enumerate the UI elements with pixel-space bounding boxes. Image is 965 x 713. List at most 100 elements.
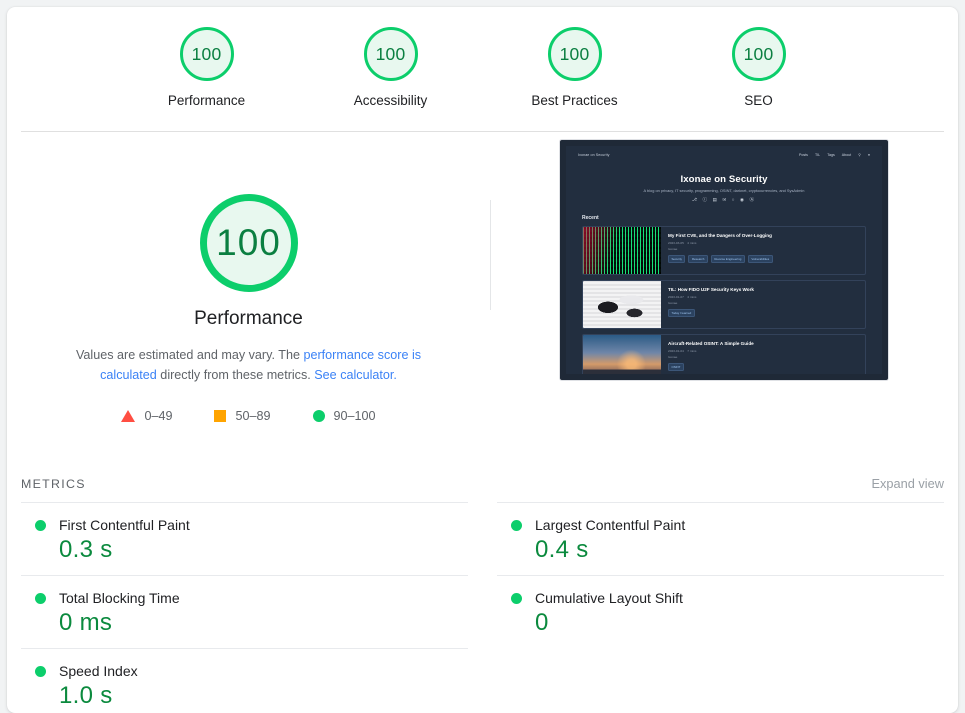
- thumbnail-hero: Ixonae on Security A blog on privacy, IT…: [566, 174, 882, 203]
- thumbnail-page-content: Ixonae on Security Posts TIL Tags About …: [566, 146, 882, 374]
- performance-large-gauge-icon: 100: [200, 194, 298, 292]
- gauge-seo-icon: 100: [732, 27, 786, 81]
- thumbnail-tag: Vulnerabilities: [748, 255, 773, 263]
- matrix-code-image: [583, 227, 661, 274]
- legend-item-fail: 0–49: [121, 409, 172, 423]
- thumbnail-nav-about: About: [842, 153, 851, 157]
- thumbnail-brand: Ixonae on Security: [578, 153, 610, 157]
- legend-label-pass: 90–100: [334, 409, 376, 423]
- metric-header: Cumulative Layout Shift: [511, 590, 944, 606]
- thumbnail-nav-posts: Posts: [799, 153, 808, 157]
- thumbnail-post-date: 2023-03-05: [668, 241, 684, 245]
- gauge-seo-label: SEO: [744, 93, 773, 108]
- metric-header: Largest Contentful Paint: [511, 517, 944, 533]
- gauge-best-practices-label: Best Practices: [531, 93, 617, 108]
- thumbnail-tag: Security: [668, 255, 685, 263]
- thumbnail-post-title: TIL: How FIDO U2F Security Keys Work: [668, 287, 865, 292]
- metric-first-contentful-paint[interactable]: First Contentful Paint 0.3 s: [21, 502, 468, 575]
- metric-value: 0.3 s: [59, 536, 468, 564]
- performance-description-text-1: Values are estimated and may vary. The: [76, 348, 304, 362]
- metric-header: First Contentful Paint: [35, 517, 468, 533]
- thumbnail-tag: Today I learned: [668, 309, 695, 317]
- score-gauge-best-practices[interactable]: 100 Best Practices: [515, 27, 635, 108]
- thumbnail-post-item: My First CVE, and the Dangers of Over-Lo…: [582, 226, 866, 275]
- metric-largest-contentful-paint[interactable]: Largest Contentful Paint 0.4 s: [497, 502, 944, 575]
- performance-heading: Performance: [194, 308, 303, 330]
- thumbnail-post-tags: Today I learned: [668, 309, 865, 317]
- metric-value: 0 ms: [59, 609, 468, 637]
- metric-header: Total Blocking Time: [35, 590, 468, 606]
- metric-cumulative-layout-shift[interactable]: Cumulative Layout Shift 0: [497, 575, 944, 648]
- thumbnail-post-tags: Security Research Reverse Engineering Vu…: [668, 255, 865, 263]
- thumbnail-nav-tags: Tags: [827, 153, 835, 157]
- score-gauge-performance[interactable]: 100 Performance: [147, 27, 267, 108]
- performance-large-gauge-value: 100: [216, 222, 281, 264]
- metric-label: Speed Index: [59, 663, 138, 679]
- performance-summary: 100 Performance Values are estimated and…: [7, 132, 490, 472]
- thumbnail-tag: Reverse Engineering: [711, 255, 745, 263]
- thumbnail-post-item: TIL: How FIDO U2F Security Keys Work 202…: [582, 280, 866, 329]
- gauge-performance-label: Performance: [168, 93, 245, 108]
- metric-label: Total Blocking Time: [59, 590, 180, 606]
- thumbnail-navbar: Ixonae on Security Posts TIL Tags About …: [566, 146, 882, 157]
- metric-value: 1.0 s: [59, 682, 468, 710]
- lighthouse-report-card: 100 Performance 100 Accessibility 100 Be…: [7, 7, 958, 713]
- metrics-header: METRICS Expand view: [7, 476, 958, 491]
- thumbnail-post-author: Ixonae: [668, 301, 865, 305]
- thumbnail-post-body: TIL: How FIDO U2F Security Keys Work 202…: [661, 281, 865, 328]
- metrics-title: METRICS: [21, 477, 86, 491]
- thumbnail-post-meta: 2023-03-05 4 mins: [668, 241, 865, 245]
- gauge-seo-value: 100: [744, 44, 774, 65]
- thumbnail-hero-subtitle: A blog on privacy, IT security, programm…: [566, 188, 882, 193]
- gauge-best-practices-icon: 100: [548, 27, 602, 81]
- metric-speed-index[interactable]: Speed Index 1.0 s: [21, 648, 468, 713]
- thumbnail-post-readtime: 4 mins: [687, 295, 696, 299]
- thumbnail-recent-heading: Recent: [582, 215, 882, 221]
- circle-pass-icon: [511, 593, 522, 604]
- thumbnail-post-tags: OSINT: [668, 363, 865, 371]
- score-legend: 0–49 50–89 90–100: [121, 409, 375, 423]
- metrics-grid: First Contentful Paint 0.3 s Largest Con…: [7, 502, 958, 713]
- thumbnail-post-readtime: 4 mins: [687, 241, 696, 245]
- legend-label-average: 50–89: [235, 409, 270, 423]
- search-icon: ⚲: [858, 153, 861, 157]
- metric-label: First Contentful Paint: [59, 517, 190, 533]
- thumbnail-post-meta: 2023-01-07 4 mins: [668, 295, 865, 299]
- gauge-performance-icon: 100: [180, 27, 234, 81]
- panel-vertical-divider: [490, 200, 491, 310]
- see-calculator-link[interactable]: See calculator.: [314, 368, 397, 382]
- expand-view-button[interactable]: Expand view: [871, 476, 944, 491]
- metric-total-blocking-time[interactable]: Total Blocking Time 0 ms: [21, 575, 468, 648]
- triangle-fail-icon: [121, 410, 135, 422]
- performance-description-text-2: directly from these metrics.: [157, 368, 314, 382]
- legend-item-average: 50–89: [214, 409, 270, 423]
- metric-value: 0: [535, 609, 944, 637]
- score-gauge-seo[interactable]: 100 SEO: [699, 27, 819, 108]
- gauge-accessibility-icon: 100: [364, 27, 418, 81]
- circle-pass-icon: [35, 593, 46, 604]
- legend-label-fail: 0–49: [144, 409, 172, 423]
- performance-panel: 100 Performance Values are estimated and…: [7, 132, 958, 472]
- thumbnail-hero-title: Ixonae on Security: [566, 174, 882, 185]
- square-average-icon: [214, 410, 226, 422]
- thumbnail-post-author: Ixonae: [668, 355, 865, 359]
- thumbnail-post-item: Aircraft-Related OSINT: A Simple Guide 2…: [582, 334, 866, 374]
- metric-header: Speed Index: [35, 663, 468, 679]
- score-gauge-accessibility[interactable]: 100 Accessibility: [331, 27, 451, 108]
- thumbnail-post-date: 2023-01-04: [668, 349, 684, 353]
- gauge-performance-value: 100: [192, 44, 222, 65]
- final-screenshot-container: Ixonae on Security Posts TIL Tags About …: [490, 132, 958, 472]
- thumbnail-post-title: My First CVE, and the Dangers of Over-Lo…: [668, 233, 865, 238]
- thumbnail-post-body: My First CVE, and the Dangers of Over-Lo…: [661, 227, 865, 274]
- circle-pass-icon: [313, 410, 325, 422]
- airport-sunset-image: [583, 335, 661, 374]
- thumbnail-post-author: Ixonae: [668, 247, 865, 251]
- performance-description: Values are estimated and may vary. The p…: [49, 345, 449, 385]
- thumbnail-post-readtime: 7 mins: [687, 349, 696, 353]
- thumbnail-nav-links: Posts TIL Tags About ⚲ ●: [799, 153, 870, 157]
- theme-toggle-icon: ●: [868, 153, 870, 157]
- thumbnail-post-date: 2023-01-07: [668, 295, 684, 299]
- final-screenshot-thumbnail[interactable]: Ixonae on Security Posts TIL Tags About …: [559, 139, 889, 381]
- thumbnail-social-icons: ⎇ ⓘ ▤ ✉ ○ ◉ Ⓐ: [566, 197, 882, 203]
- thumbnail-post-body: Aircraft-Related OSINT: A Simple Guide 2…: [661, 335, 865, 374]
